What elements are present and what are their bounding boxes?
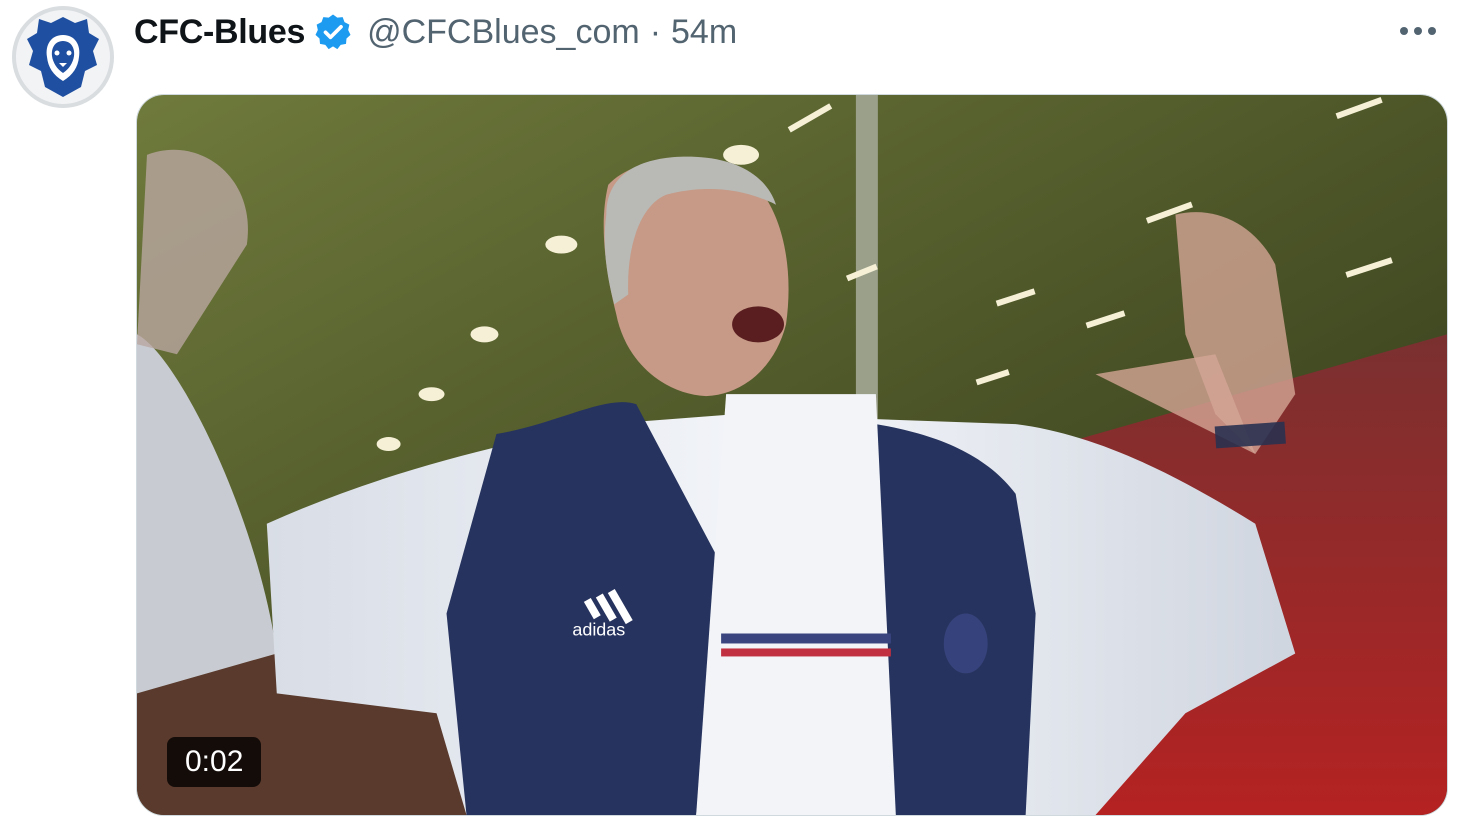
separator-dot: · (649, 12, 662, 51)
video-thumbnail: adidas (137, 95, 1447, 815)
svg-text:adidas: adidas (572, 620, 625, 640)
timestamp[interactable]: 54m (671, 13, 737, 52)
video-player[interactable]: adidas 0:02 (136, 94, 1448, 816)
more-options-button[interactable] (1398, 16, 1438, 46)
verified-badge-icon (313, 12, 353, 52)
more-horizontal-icon (1400, 27, 1436, 35)
video-duration-badge: 0:02 (167, 737, 262, 787)
display-name[interactable]: CFC-Blues (134, 13, 305, 52)
avatar[interactable] (12, 6, 114, 108)
tweet-header: CFC-Blues @CFCBlues_com · 54m (134, 8, 737, 56)
user-handle[interactable]: @CFCBlues_com (367, 13, 640, 52)
lion-head-icon (27, 17, 99, 97)
avatar-frame (16, 10, 110, 104)
